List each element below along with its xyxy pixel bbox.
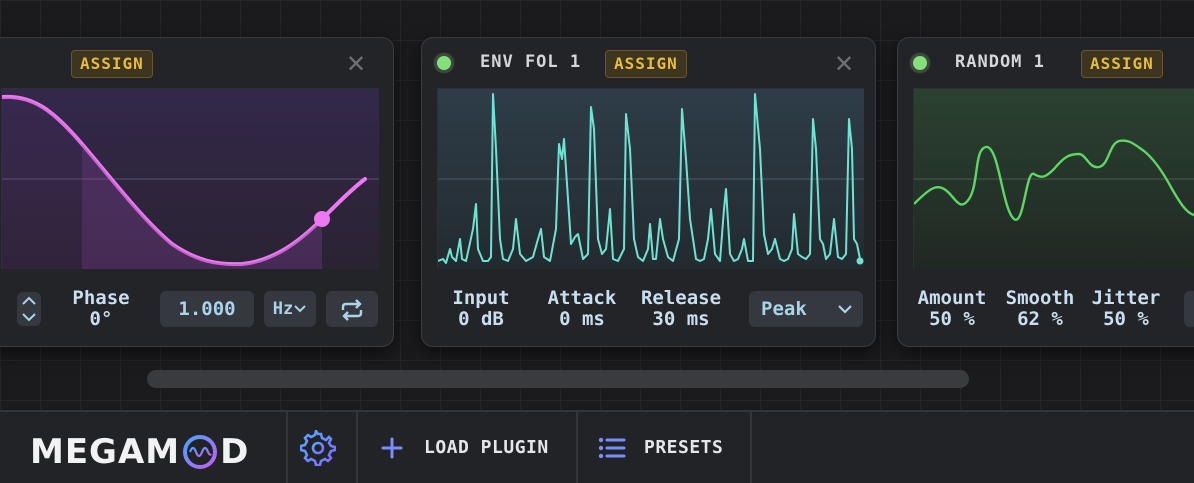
loop-icon [341,298,363,321]
param-label: Attack [547,287,617,309]
random-jitter-param[interactable]: Jitter 50 % [1086,288,1166,330]
env-follower-module: ENV FOL 1 ASSIGN ✕ Input 0 dB Attack 0 m… [421,37,876,347]
random-extra-button[interactable] [1184,291,1194,327]
env-release-param[interactable]: Release 30 ms [636,288,726,330]
random-assign-button[interactable]: ASSIGN [1081,50,1163,78]
module-title: RANDOM 1 [955,52,1045,72]
env-waveform-display[interactable] [437,88,864,269]
lfo-loop-button[interactable] [326,291,378,327]
plus-icon [381,437,403,458]
param-label: Release [640,287,722,309]
unit-select-label: Hz [272,299,294,319]
param-value: 50 % [929,308,975,330]
chevron-up-down-icon [22,296,36,322]
env-mode-select[interactable]: Peak [749,291,863,327]
random-waveform-display[interactable] [913,88,1194,269]
logo-wave-icon [183,435,218,469]
footer-bar: MEGAM D LOAD PLUGIN PRESETS [0,410,1194,483]
env-playhead-dot [856,257,864,265]
footer-divider [356,412,358,483]
chevron-down-icon [838,305,852,314]
lfo-playhead-dot [314,211,330,227]
lfo-waveform-display[interactable] [1,88,379,269]
presets-label: PRESETS [644,437,724,458]
lfo-module: ASSIGN ✕ Phase 0° 1.000 Hz [0,37,394,347]
env-assign-button[interactable]: ASSIGN [605,50,687,78]
lfo-rate-field[interactable]: 1.000 [160,291,254,327]
power-icon[interactable] [434,53,454,73]
param-value: 62 % [1017,308,1063,330]
footer-divider [750,412,752,483]
lfo-assign-button[interactable]: ASSIGN [71,50,153,78]
lfo-phase-param[interactable]: Phase 0° [65,288,137,330]
env-input-param[interactable]: Input 0 dB [440,288,522,330]
param-value: 0° [89,308,113,330]
power-icon[interactable] [910,53,930,73]
param-label: Amount [917,287,987,309]
random-module: RANDOM 1 ASSIGN Amount 50 % Smooth 62 % … [897,37,1194,347]
logo-text-right: D [220,432,250,472]
module-title: ENV FOL 1 [480,52,582,72]
param-label: Smooth [1005,287,1075,309]
param-label: Jitter [1091,287,1161,309]
lfo-stepper[interactable] [17,292,41,326]
random-amount-param[interactable]: Amount 50 % [913,288,991,330]
chevron-down-icon [294,305,306,313]
param-label: Input [452,287,510,309]
footer-divider [576,412,578,483]
env-attack-param[interactable]: Attack 0 ms [540,288,624,330]
param-value: 50 % [1103,308,1149,330]
load-plugin-label: LOAD PLUGIN [424,437,549,458]
param-value: 0 dB [458,308,504,330]
presets-button[interactable]: PRESETS [598,412,723,483]
param-value: 30 ms [652,308,710,330]
megamod-logo: MEGAM D [30,432,249,472]
param-value: 0 ms [559,308,605,330]
logo-text-left: MEGAM [30,432,181,472]
horizontal-scrollbar[interactable] [147,370,969,388]
random-smooth-param[interactable]: Smooth 62 % [1002,288,1078,330]
list-icon [598,437,626,458]
settings-button[interactable] [300,412,340,483]
footer-divider [286,412,288,483]
mode-select-label: Peak [761,298,807,320]
lfo-unit-select[interactable]: Hz [264,291,316,327]
param-label: Phase [72,287,130,309]
load-plugin-button[interactable]: LOAD PLUGIN [380,412,549,483]
close-icon[interactable]: ✕ [835,48,853,78]
gear-icon [300,429,336,466]
close-icon[interactable]: ✕ [347,48,365,78]
